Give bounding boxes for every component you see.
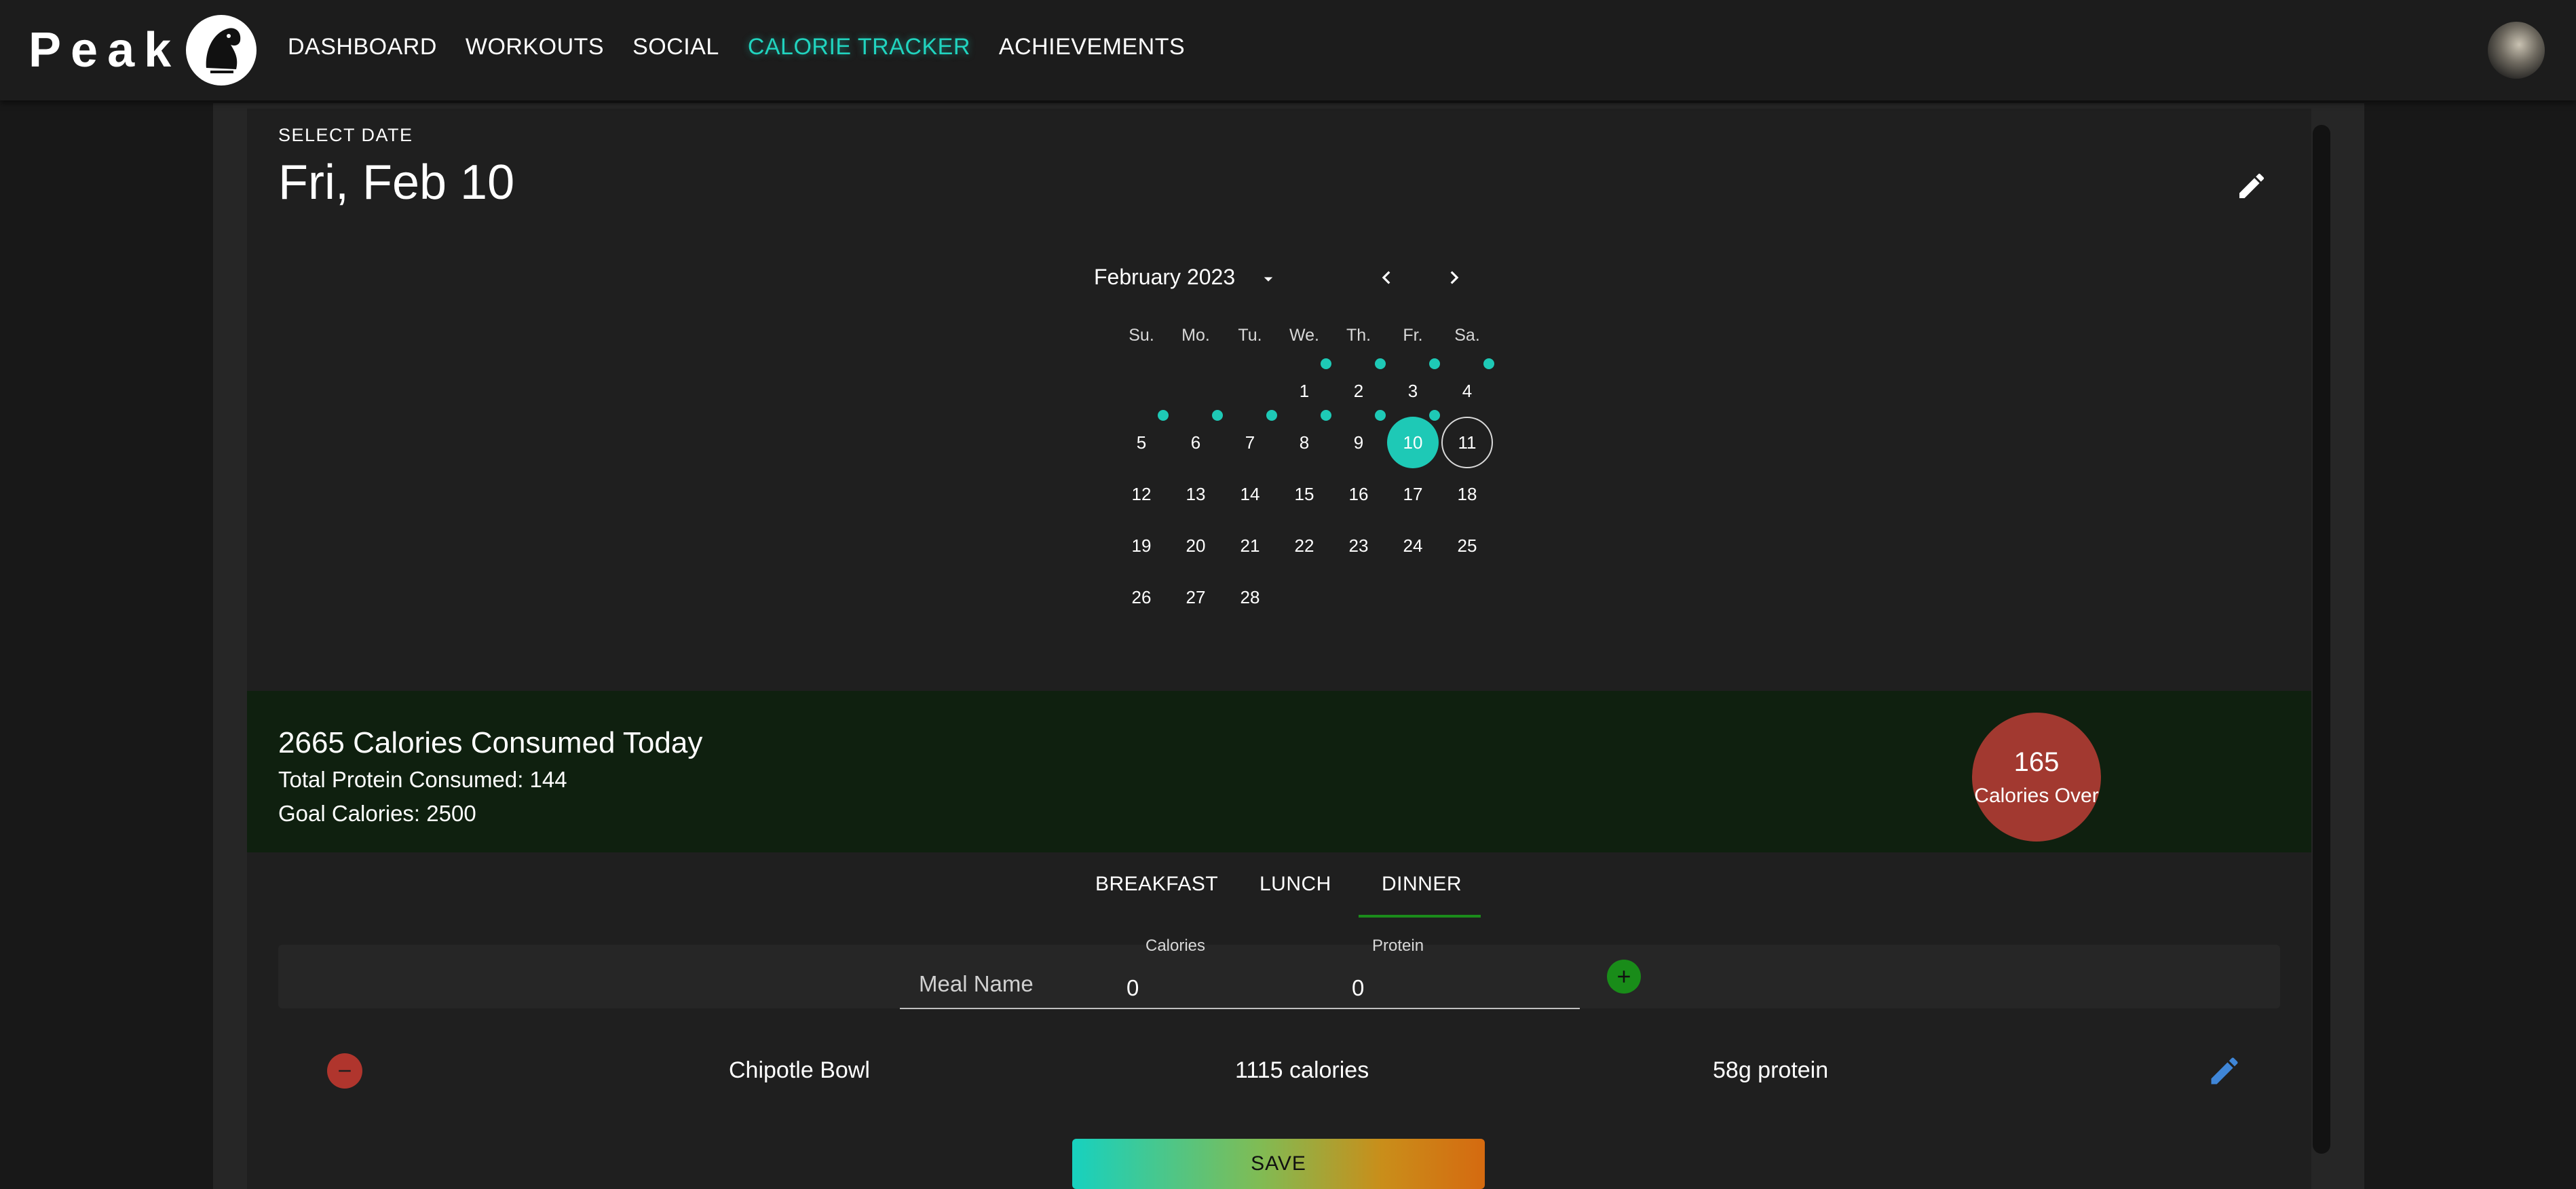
weekday-label: Th. xyxy=(1346,326,1371,345)
calendar-month-label[interactable]: February 2023 xyxy=(1094,265,1235,290)
calendar-day[interactable]: 17 xyxy=(1387,468,1439,520)
protein-consumed-text: Total Protein Consumed: 144 xyxy=(278,767,567,792)
main-nav: DASHBOARD WORKOUTS SOCIAL CALORIE TRACKE… xyxy=(288,34,1213,60)
calendar-day[interactable]: 23 xyxy=(1333,520,1384,571)
logged-day-dot xyxy=(1429,410,1440,421)
scrollbar[interactable] xyxy=(2313,125,2330,1154)
select-date-label: SELECT DATE xyxy=(278,125,413,145)
weekday-label: Sa. xyxy=(1454,326,1480,345)
form-underline xyxy=(900,1008,1580,1009)
caret-down-icon[interactable] xyxy=(1258,269,1278,289)
protein-field-label: Protein xyxy=(1372,937,1424,955)
weekday-label: Fr. xyxy=(1403,326,1423,345)
calendar-day[interactable]: 28 xyxy=(1224,571,1276,623)
edit-meal-pencil-icon[interactable] xyxy=(2207,1053,2242,1089)
logged-day-dot xyxy=(1321,410,1331,421)
add-meal-button[interactable] xyxy=(1607,960,1641,994)
logged-day-dot xyxy=(1321,358,1331,369)
nav-social[interactable]: SOCIAL xyxy=(632,34,719,60)
calories-over-label: Calories Over xyxy=(1974,784,2099,807)
calories-over-badge: 165 Calories Over xyxy=(1972,713,2101,842)
user-avatar[interactable] xyxy=(2488,22,2545,79)
calendar-day[interactable]: 8 xyxy=(1278,417,1330,468)
calendar-day[interactable]: 12 xyxy=(1116,468,1167,520)
weekday-label: Tu. xyxy=(1238,326,1262,345)
meal-entry-calories: 1115 calories xyxy=(1235,1057,1369,1083)
calendar-day[interactable]: 5 xyxy=(1116,417,1167,468)
calendar-day[interactable]: 20 xyxy=(1170,520,1221,571)
calendar-day[interactable]: 18 xyxy=(1441,468,1493,520)
brand-logo-icon xyxy=(186,15,257,86)
logged-day-dot xyxy=(1375,410,1386,421)
minus-icon xyxy=(339,1070,351,1072)
logged-day-dot xyxy=(1429,358,1440,369)
calendar-day[interactable]: 1 xyxy=(1278,365,1330,417)
active-tab-indicator xyxy=(1359,915,1481,918)
calendar-day[interactable]: 4 xyxy=(1441,365,1493,417)
calendar-day[interactable]: 22 xyxy=(1278,520,1330,571)
calendar-day[interactable]: 27 xyxy=(1170,571,1221,623)
calories-consumed-text: 2665 Calories Consumed Today xyxy=(278,726,703,759)
calories-over-value: 165 xyxy=(2013,747,2060,777)
protein-input[interactable] xyxy=(1352,973,1555,1003)
remove-meal-button[interactable] xyxy=(327,1053,362,1089)
meal-entry-protein: 58g protein xyxy=(1713,1057,1829,1083)
edit-date-pencil-icon[interactable] xyxy=(2235,170,2268,202)
calendar-day[interactable]: 21 xyxy=(1224,520,1276,571)
meal-name-input[interactable] xyxy=(919,969,1102,999)
tab-breakfast[interactable]: BREAKFAST xyxy=(1095,873,1218,896)
brand-name: Peak xyxy=(29,23,181,77)
calendar-day[interactable]: 11 xyxy=(1441,417,1493,468)
nav-workouts[interactable]: WORKOUTS xyxy=(466,34,604,60)
meal-entry-name: Chipotle Bowl xyxy=(729,1057,870,1083)
calendar-day[interactable]: 24 xyxy=(1387,520,1439,571)
tab-lunch[interactable]: LUNCH xyxy=(1259,873,1331,896)
logged-day-dot xyxy=(1158,410,1169,421)
logged-day-dot xyxy=(1483,358,1494,369)
calendar-day[interactable]: 15 xyxy=(1278,468,1330,520)
weekday-label: We. xyxy=(1289,326,1319,345)
calendar-day[interactable]: 25 xyxy=(1441,520,1493,571)
nav-dashboard[interactable]: DASHBOARD xyxy=(288,34,437,60)
chevron-left-icon[interactable] xyxy=(1374,265,1399,290)
plus-icon xyxy=(1618,970,1630,983)
tab-dinner[interactable]: DINNER xyxy=(1382,873,1462,896)
brand[interactable]: Peak xyxy=(29,15,257,86)
calendar-day[interactable]: 7 xyxy=(1224,417,1276,468)
calendar-day[interactable]: 9 xyxy=(1333,417,1384,468)
calendar-day[interactable]: 14 xyxy=(1224,468,1276,520)
calorie-tracker-card xyxy=(247,109,2311,1189)
logged-day-dot xyxy=(1266,410,1277,421)
nav-calorie-tracker[interactable]: CALORIE TRACKER xyxy=(748,34,970,60)
calendar-day[interactable]: 13 xyxy=(1170,468,1221,520)
calendar-day[interactable]: 26 xyxy=(1116,571,1167,623)
logged-day-dot xyxy=(1375,358,1386,369)
calendar-day[interactable]: 3 xyxy=(1387,365,1439,417)
selected-date-heading: Fri, Feb 10 xyxy=(278,155,515,210)
logged-day-dot xyxy=(1212,410,1223,421)
save-button[interactable]: SAVE xyxy=(1072,1139,1485,1189)
calendar-day[interactable]: 2 xyxy=(1333,365,1384,417)
top-navigation-bar: Peak DASHBOARD WORKOUTS SOCIAL CALORIE T… xyxy=(0,0,2576,100)
calendar-day[interactable]: 10 xyxy=(1387,417,1439,468)
calories-field-label: Calories xyxy=(1145,937,1206,955)
calendar-day[interactable]: 6 xyxy=(1170,417,1221,468)
goal-calories-text: Goal Calories: 2500 xyxy=(278,801,476,826)
calendar-day[interactable]: 16 xyxy=(1333,468,1384,520)
chevron-right-icon[interactable] xyxy=(1441,265,1467,290)
weekday-label: Su. xyxy=(1129,326,1154,345)
calendar-day[interactable]: 19 xyxy=(1116,520,1167,571)
calories-input[interactable] xyxy=(1126,973,1330,1003)
weekday-label: Mo. xyxy=(1181,326,1210,345)
nav-achievements[interactable]: ACHIEVEMENTS xyxy=(999,34,1185,60)
